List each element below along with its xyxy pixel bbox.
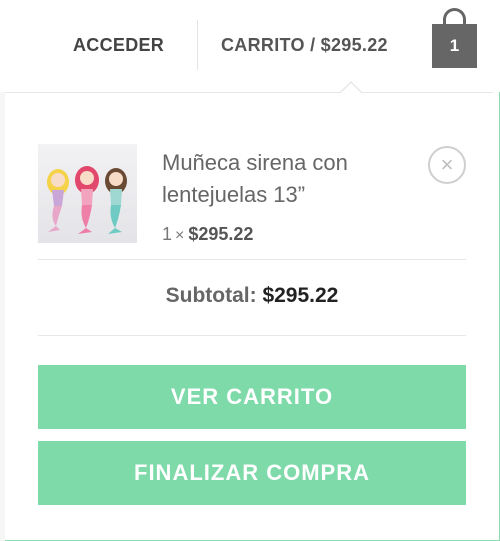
cart-count: 1: [449, 36, 460, 55]
cart-item: Muñeca sirena con lentejuelas 13” 1 × $295…: [38, 144, 466, 259]
dropdown-arrow: [341, 83, 361, 93]
cart-count-badge: 1: [432, 24, 477, 68]
login-link[interactable]: ACCEDER: [73, 35, 164, 56]
product-thumbnail[interactable]: [38, 144, 137, 243]
view-cart-button[interactable]: VER CARRITO: [38, 365, 466, 429]
product-name-link[interactable]: Muñeca sirena con lentejuelas 13”: [162, 147, 402, 211]
remove-item-symbol: ×: [440, 152, 454, 177]
shopping-bag-icon[interactable]: 1: [432, 8, 477, 68]
checkout-button[interactable]: FINALIZAR COMPRA: [38, 441, 466, 505]
subtotal-label: Subtotal:: [165, 284, 257, 307]
subtotal-row: Subtotal: $295.22: [38, 284, 466, 308]
header-divider: [197, 20, 198, 70]
quantity-separator: ×: [175, 227, 185, 244]
divider: [38, 259, 466, 260]
subtotal-amount: $295.22: [262, 284, 339, 307]
item-quantity: 1: [162, 224, 173, 244]
quantity-line: 1 × $295.22: [162, 224, 253, 245]
item-price: $295.22: [188, 224, 254, 244]
mermaid-dolls-image: [47, 166, 127, 234]
cart-link[interactable]: CARRITO / $295.22: [221, 35, 388, 56]
close-circle-icon[interactable]: ×: [428, 146, 466, 184]
divider: [38, 335, 466, 336]
site-header: ACCEDER CARRITO / $295.22 1: [0, 0, 500, 92]
